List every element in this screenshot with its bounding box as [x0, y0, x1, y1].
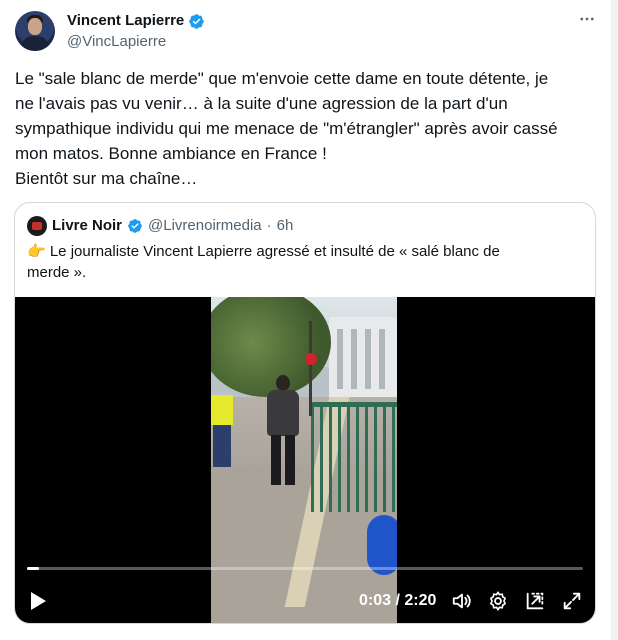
settings-icon[interactable]	[487, 590, 509, 612]
verified-badge-icon	[189, 13, 205, 29]
page-edge	[611, 0, 618, 640]
video-frame	[211, 297, 397, 623]
quoted-author-avatar[interactable]	[27, 216, 47, 236]
quoted-author-handle[interactable]: @Livrenoirmedia	[148, 216, 262, 236]
tweet-text: Le "sale blanc de merde" que m'envoie ce…	[15, 69, 558, 188]
fullscreen-icon[interactable]	[561, 590, 583, 612]
author-avatar[interactable]	[15, 11, 55, 51]
video-time-label: 0:03 / 2:20	[359, 592, 437, 609]
quoted-tweet-header: Livre Noir @Livrenoirmedia · 6h	[27, 216, 293, 236]
verified-badge-icon	[128, 219, 142, 233]
volume-icon[interactable]	[451, 590, 473, 612]
author-handle[interactable]: @VincLapierre	[67, 32, 166, 52]
more-options-icon[interactable]	[576, 8, 598, 30]
author-display-name[interactable]: Vincent Lapierre	[67, 11, 184, 31]
pop-out-icon[interactable]	[524, 590, 546, 612]
quoted-author-name[interactable]: Livre Noir	[52, 216, 122, 236]
separator-dot: ·	[266, 217, 272, 234]
video-progress-fill	[27, 567, 39, 570]
play-icon[interactable]	[29, 591, 47, 611]
quoted-tweet-text: 👉 Le journaliste Vincent Lapierre agress…	[27, 243, 500, 281]
quoted-tweet[interactable]: Livre Noir @Livrenoirmedia · 6h 👉 Le jou…	[14, 202, 596, 624]
quoted-timestamp[interactable]: 6h	[277, 216, 294, 236]
author-name-row: Vincent Lapierre	[67, 11, 205, 31]
video-player[interactable]: 0:03 / 2:20	[15, 297, 595, 623]
video-progress-bar[interactable]	[27, 567, 583, 570]
